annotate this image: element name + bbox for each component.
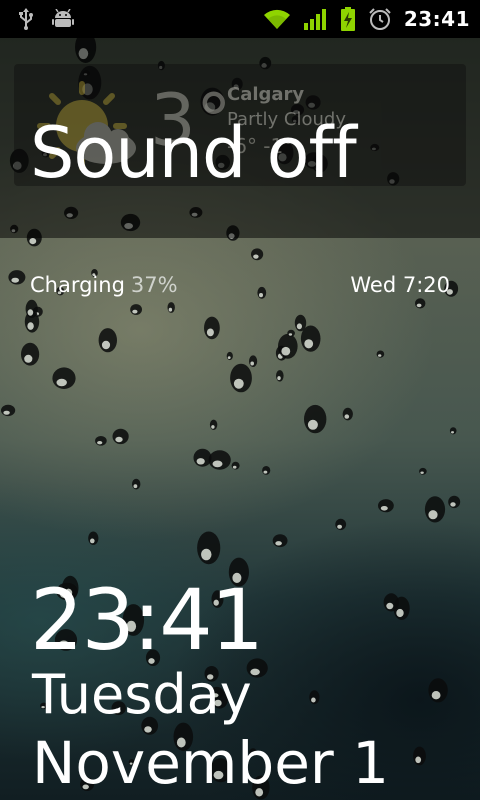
raindrop — [98, 328, 118, 353]
raindrop — [249, 355, 258, 368]
raindrop — [251, 248, 264, 261]
status-bar[interactable]: 23:41 — [0, 0, 480, 38]
raindrop — [276, 370, 284, 382]
raindrop — [342, 407, 353, 421]
signal-icon — [303, 8, 328, 30]
sound-off-toast: Sound off — [30, 112, 357, 194]
raindrop — [335, 518, 347, 531]
raindrop — [88, 531, 99, 545]
raindrop — [428, 678, 448, 703]
usb-icon — [18, 8, 34, 30]
raindrop — [300, 325, 321, 352]
raindrop — [257, 286, 267, 299]
raindrop — [130, 304, 143, 315]
raindrop — [231, 461, 240, 470]
raindrop — [25, 299, 38, 318]
raindrop — [419, 467, 427, 475]
lock-clock-time: 23:41 — [30, 571, 264, 669]
next-alarm: Wed 7:20 — [350, 273, 450, 297]
raindrop — [415, 298, 426, 309]
wifi-icon — [262, 8, 292, 30]
raindrop — [275, 345, 288, 361]
lock-screen: 23:41 3° Calgary Partly Cloudy -6° -1° S… — [0, 0, 480, 800]
android-debug-icon — [52, 9, 74, 29]
raindrop — [1, 404, 16, 417]
lock-clock-date: November 1 — [32, 729, 390, 797]
raindrop — [193, 448, 212, 467]
raindrop — [32, 306, 43, 317]
raindrop — [278, 333, 298, 359]
raindrop — [449, 427, 457, 435]
raindrop — [272, 534, 288, 548]
raindrop — [376, 350, 385, 358]
raindrop — [204, 316, 220, 340]
raindrop — [393, 596, 410, 620]
charging-percent: 37% — [130, 273, 178, 297]
raindrop — [24, 311, 40, 333]
raindrop — [52, 367, 76, 390]
raindrop — [413, 746, 426, 766]
raindrop — [383, 593, 399, 612]
raindrop — [21, 342, 40, 366]
raindrop — [448, 495, 461, 509]
raindrop — [226, 351, 233, 361]
raindrop — [287, 329, 295, 337]
weather-city: Calgary — [227, 84, 305, 105]
raindrop — [309, 690, 320, 705]
raindrop — [112, 428, 129, 445]
status-bar-time: 23:41 — [403, 7, 470, 31]
alarm-clock-icon — [368, 7, 392, 31]
raindrop — [230, 363, 252, 393]
raindrop — [424, 496, 446, 523]
raindrop — [209, 419, 218, 430]
raindrop — [167, 302, 175, 313]
raindrop — [294, 314, 307, 332]
lock-clock-day: Tuesday — [32, 663, 252, 726]
raindrop — [304, 404, 327, 434]
charging-status: Charging 37% — [30, 273, 178, 297]
charging-label: Charging — [30, 273, 125, 297]
raindrop — [262, 466, 271, 475]
raindrop — [208, 450, 231, 470]
raindrop — [378, 499, 394, 513]
raindrop — [132, 478, 141, 490]
raindrop — [95, 436, 107, 446]
battery-charging-icon — [340, 7, 356, 31]
raindrop — [197, 531, 221, 565]
raindrop — [8, 270, 26, 285]
